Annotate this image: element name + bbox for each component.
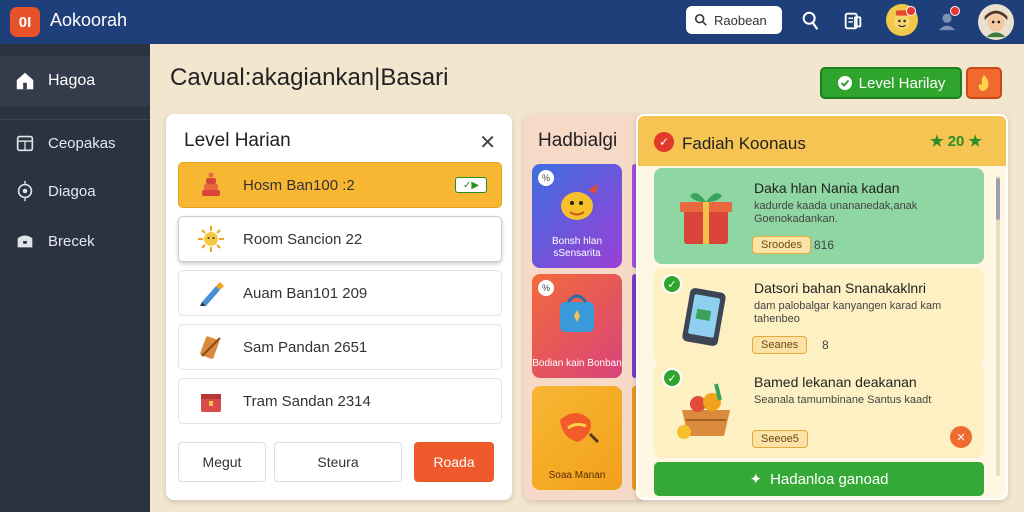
avatar-icon (979, 5, 1013, 39)
notification-dot (906, 6, 916, 16)
level-item[interactable]: Sam Pandan 2651 (178, 324, 502, 370)
first-action-button[interactable]: Megut (178, 442, 266, 482)
rewards-title: Hadbialgi (538, 130, 618, 151)
gift-card[interactable]: ✓ Bamed lekanan deakanan Seanala tamumbi… (654, 362, 984, 458)
search-input[interactable]: Raobean (686, 6, 782, 34)
level-item[interactable]: Tram Sandan 2314 (178, 378, 502, 424)
scrollbar-thumb[interactable] (996, 178, 1000, 220)
level-item-label: Hosm Ban100 :2 (243, 176, 355, 194)
alert-dot (950, 6, 960, 16)
claim-all-button[interactable]: ✦ Hadanloa ganoad (654, 462, 984, 496)
gift-card-desc: kadurde kaada unananedak,anak Goenokadan… (754, 200, 918, 225)
tasks-button[interactable] (840, 8, 866, 34)
sidebar-item-calendar[interactable]: Ceopakas (0, 118, 150, 168)
calendar-icon (16, 135, 34, 152)
rewards-panel: Hadbialgi % Bonsh hlan sSensarita % Bodi… (524, 114, 646, 500)
fruit-basket-icon (677, 383, 730, 439)
level-panel-title: Level Harian (184, 130, 291, 151)
level-item[interactable]: Room Sancion 22 (178, 216, 502, 262)
badge-icon (17, 180, 33, 202)
gift-card-pill[interactable]: Seanes (752, 336, 808, 354)
check-badge-icon: ✓ (654, 132, 674, 152)
app-name: Aokoorah (50, 10, 128, 30)
gift-card-title: Datsori bahan Snanakaklnri (754, 280, 926, 296)
reward-card-label: Bonsh hlan sSensarita (551, 236, 603, 259)
check-circle-icon (837, 76, 852, 90)
level-item-label: Room Sancion 22 (243, 230, 363, 248)
second-action-button[interactable]: Steura (274, 442, 402, 482)
fruit-icon (560, 413, 600, 444)
gift-score-value: 20 (947, 133, 965, 150)
scroll-icon (200, 336, 221, 359)
daily-gifts-panel: ✓ Fadiah Koonaus ★ 20 ★ Daka hlan Nania … (636, 114, 1008, 500)
claim-icon[interactable]: ✕ (950, 426, 972, 448)
home-icon (16, 72, 34, 90)
gift-title: Fadiah Koonaus (682, 134, 806, 153)
gift-card-title: Daka hlan Nania kadan (754, 180, 900, 196)
gift-card-value: 8 (822, 338, 829, 352)
level-button-label: Level Harilay (858, 74, 946, 92)
flame-icon (978, 75, 989, 91)
magnifier-icon (802, 11, 819, 30)
sidebar-item-label: Brecek (48, 232, 95, 250)
reward-card[interactable]: % Bonsh hlan sSensarita (532, 164, 622, 268)
bag-icon (560, 294, 594, 332)
streak-button[interactable] (966, 67, 1002, 99)
duck-icon (561, 184, 598, 220)
tablet-icon (682, 288, 726, 346)
gift-score: ★ 20 ★ (930, 133, 982, 150)
level-item-label: Auam Ban101 209 (243, 284, 368, 302)
claim-all-label: Hadanloa ganoad (770, 470, 889, 488)
gift-card[interactable]: Daka hlan Nania kadan kadurde kaada unan… (654, 168, 984, 264)
pencil-icon (200, 282, 224, 306)
scrollbar-track[interactable] (996, 176, 1000, 476)
sidebar-item-chest[interactable]: Brecek (0, 216, 150, 266)
third-action-button[interactable]: Roada (414, 442, 494, 482)
sidebar-item-label: Ceopakas (48, 134, 116, 152)
gift-card-title: Bamed lekanan deakanan (754, 374, 917, 390)
top-bar: 0I Aokoorah Raobean (0, 0, 1024, 44)
cake-icon (202, 172, 220, 196)
sidebar-item-home[interactable]: Hagoa (0, 56, 150, 106)
search-value: Raobean (714, 12, 767, 28)
level-item[interactable]: Auam Ban101 209 (178, 270, 502, 316)
search-button[interactable] (798, 8, 824, 34)
sidebar-item-label: Hagoa (48, 72, 96, 89)
gift-card-pill[interactable]: Sroodes (752, 236, 811, 254)
chest-icon (17, 235, 33, 248)
search-icon (694, 13, 707, 26)
user-avatar[interactable] (978, 4, 1014, 40)
gift-header: ✓ Fadiah Koonaus ★ 20 ★ (638, 116, 1006, 166)
sidebar-item-badge[interactable]: Diagoa (0, 166, 150, 216)
gift-card-desc: Seanala tamumbinane Santus kaadt (754, 394, 932, 406)
level-button[interactable]: Level Harilay (820, 67, 962, 99)
level-item-label: Sam Pandan 2651 (243, 338, 368, 356)
sidebar: Hagoa Ceopakas Diagoa Brecek (0, 44, 150, 512)
clipboard-icon (844, 12, 862, 30)
gift-card-desc: dam palobalgar kanyangen karad kam tahen… (754, 300, 942, 325)
reward-card[interactable]: % Bodian kain Bonban (532, 274, 622, 378)
reward-card-label: Soaa Manan (548, 470, 606, 481)
level-item-label: Tram Sandan 2314 (243, 392, 371, 410)
box-icon (201, 394, 221, 412)
reward-card-label: Bodian kain Bonban (532, 358, 622, 369)
level-panel: Level Harian ✕ Hosm Ban100 :2 ✓▶ Room Sa… (166, 114, 512, 500)
app-logo[interactable]: 0I (10, 7, 40, 37)
gift-card-pill[interactable]: Seeoe5 (752, 430, 808, 448)
gift-box-icon (680, 193, 732, 244)
gift-card[interactable]: ✓ Datsori bahan Snanakaklnri dam palobal… (654, 268, 984, 364)
gift-card-value: 816 (814, 238, 835, 252)
page-title: Cavual:akagiankan|Basari (170, 64, 449, 91)
gift-cta-icon: ✦ (749, 471, 763, 488)
sun-icon (198, 226, 224, 252)
level-item[interactable]: Hosm Ban100 :2 ✓▶ (178, 162, 502, 208)
close-icon[interactable]: ✕ (479, 130, 496, 155)
active-check-icon: ✓▶ (455, 177, 487, 193)
sidebar-item-label: Diagoa (48, 182, 96, 200)
reward-card[interactable]: Soaa Manan (532, 386, 622, 490)
